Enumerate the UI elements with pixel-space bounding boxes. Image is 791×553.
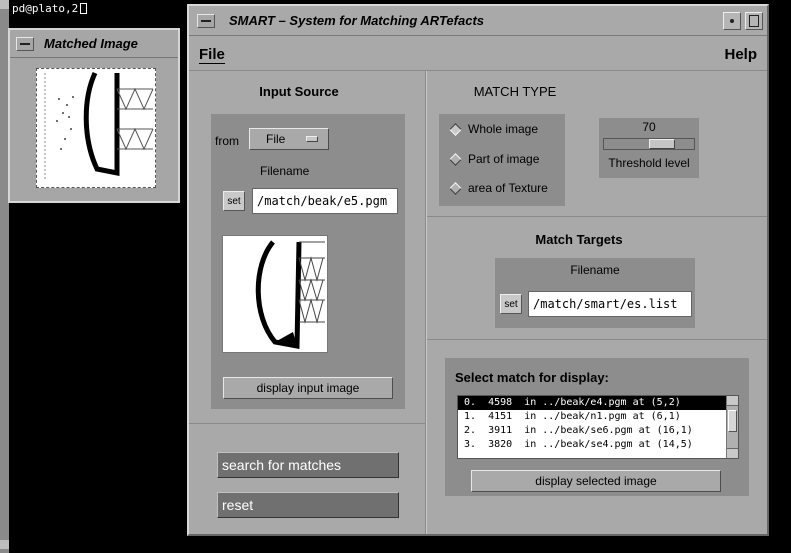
radio-area-of-texture[interactable]: area of Texture [449, 181, 548, 195]
radio-label: area of Texture [468, 181, 548, 195]
minimize-icon[interactable] [723, 12, 741, 30]
scroll-down-arrow[interactable] [0, 540, 9, 549]
match-targets-heading: Match Targets [535, 232, 623, 247]
input-image-preview [222, 235, 328, 353]
search-for-matches-button[interactable]: search for matches [217, 452, 399, 478]
radio-diamond-icon [449, 181, 462, 195]
right-divider-2 [427, 339, 767, 340]
radio-diamond-icon [449, 152, 462, 166]
targets-filename-field[interactable]: /match/smart/es.list [528, 291, 692, 317]
display-selected-image-button[interactable]: display selected image [471, 470, 721, 492]
reset-button[interactable]: reset [217, 492, 399, 518]
matched-image-title: Matched Image [44, 36, 138, 51]
matched-image-window: Matched Image [8, 28, 180, 203]
right-divider-1 [427, 216, 767, 217]
results-list[interactable]: 0. 4598 in ../beak/e4.pgm at (5,2) 1. 41… [457, 395, 739, 459]
terminal-title: pd@plato,2 [12, 2, 88, 15]
input-filename-label: Filename [260, 164, 310, 178]
smart-titlebar[interactable]: SMART – System for Matching ARTefacts [189, 6, 767, 36]
option-menu-icon [306, 136, 318, 142]
window-menu-icon[interactable] [197, 13, 215, 28]
list-item[interactable]: 0. 4598 in ../beak/e4.pgm at (5,2) [458, 396, 738, 410]
menu-divider [189, 70, 767, 71]
input-filename-field[interactable]: /match/beak/e5.pgm [252, 188, 398, 214]
list-item[interactable]: 3. 3820 in ../beak/se4.pgm at (14,5) [458, 438, 738, 452]
menu-help[interactable]: Help [724, 46, 757, 63]
cursor-icon [80, 3, 88, 14]
from-label: from [215, 134, 239, 148]
menu-bar: File Help [189, 40, 767, 68]
scroll-up-icon[interactable] [727, 396, 738, 406]
radio-label: Part of image [468, 152, 540, 166]
radio-label: Whole image [468, 122, 539, 136]
threshold-value: 70 [642, 120, 656, 134]
radio-diamond-icon [449, 122, 462, 136]
radio-whole-image[interactable]: Whole image [449, 122, 539, 136]
scroll-thumb[interactable] [728, 410, 737, 432]
radio-part-of-image[interactable]: Part of image [449, 152, 540, 166]
display-input-image-button[interactable]: display input image [223, 377, 393, 399]
threshold-slider-thumb[interactable] [649, 139, 675, 149]
menu-file[interactable]: File [199, 46, 225, 64]
list-item[interactable]: 2. 3911 in ../beak/se6.pgm at (16,1) [458, 424, 738, 438]
targets-filename-label: Filename [570, 263, 620, 277]
left-divider [189, 423, 425, 424]
list-item[interactable]: 1. 4151 in ../beak/n1.pgm at (6,1) [458, 410, 738, 424]
from-option-menu[interactable]: File [249, 128, 329, 150]
results-scrollbar[interactable] [726, 396, 738, 458]
threshold-slider[interactable] [603, 138, 695, 150]
window-title: SMART – System for Matching ARTefacts [229, 13, 484, 28]
results-heading: Select match for display: [455, 370, 609, 385]
scroll-down-icon[interactable] [727, 448, 738, 458]
matched-image-titlebar[interactable]: Matched Image [10, 30, 178, 58]
targets-set-button[interactable]: set [500, 294, 522, 314]
threshold-label: Threshold level [608, 156, 690, 170]
input-source-heading: Input Source [259, 84, 339, 99]
match-type-heading: MATCH TYPE [473, 84, 557, 99]
maximize-icon[interactable] [745, 12, 763, 30]
from-option-value: File [266, 132, 286, 146]
vertical-divider-highlight [426, 71, 427, 534]
smart-window: SMART – System for Matching ARTefacts Fi… [187, 4, 769, 536]
input-set-button[interactable]: set [223, 191, 245, 211]
matched-image-canvas [36, 68, 156, 188]
scroll-up-arrow[interactable] [0, 0, 9, 9]
window-menu-icon[interactable] [16, 36, 34, 51]
